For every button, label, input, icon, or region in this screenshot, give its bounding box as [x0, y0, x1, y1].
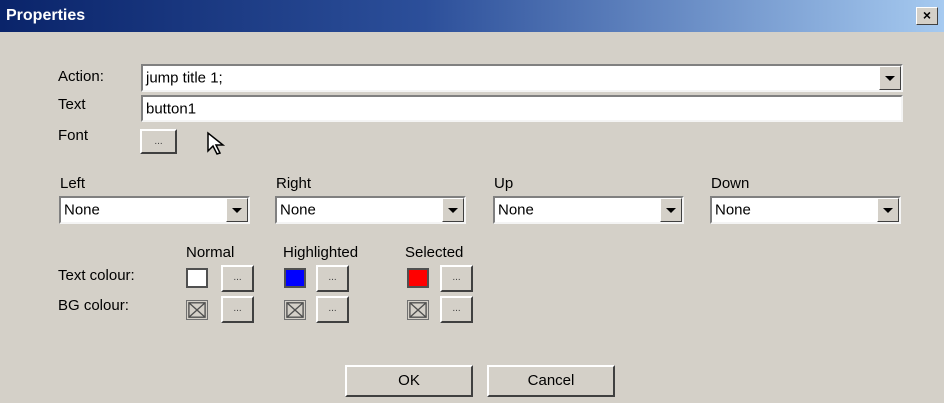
column-highlighted-label: Highlighted — [283, 244, 359, 261]
nav-up-label: Up — [494, 175, 514, 192]
cancel-button[interactable]: Cancel — [487, 365, 615, 397]
nav-right-label: Right — [276, 175, 312, 192]
nav-right-select[interactable]: None — [275, 196, 466, 224]
bg-colour-highlighted-none-icon[interactable] — [284, 300, 306, 320]
picker-ellipsis: ... — [233, 272, 242, 283]
title-bar[interactable]: Properties × — [0, 0, 944, 32]
action-dropdown-button[interactable] — [879, 66, 901, 90]
font-picker-button[interactable]: ... — [140, 129, 177, 154]
text-colour-label: Text colour: — [58, 267, 135, 284]
nav-right-dropdown-button[interactable] — [442, 198, 464, 222]
nav-down-label: Down — [711, 175, 750, 192]
nav-left-dropdown-button[interactable] — [226, 198, 248, 222]
properties-dialog: Properties × Action: jump title 1; Text … — [0, 0, 944, 403]
text-colour-highlighted-swatch[interactable] — [284, 268, 306, 288]
nav-left-label: Left — [60, 175, 86, 192]
bg-colour-normal-none-icon[interactable] — [186, 300, 208, 320]
text-label: Text — [58, 96, 86, 113]
text-colour-selected-swatch[interactable] — [407, 268, 429, 288]
nav-right-value: None — [280, 201, 316, 219]
nav-up-value: None — [498, 201, 534, 219]
picker-ellipsis: ... — [328, 272, 337, 283]
mouse-cursor-icon — [207, 131, 226, 155]
picker-ellipsis: ... — [452, 303, 461, 314]
picker-ellipsis: ... — [452, 272, 461, 283]
ok-button[interactable]: OK — [345, 365, 473, 397]
picker-ellipsis: ... — [328, 303, 337, 314]
nav-left-select[interactable]: None — [59, 196, 250, 224]
nav-left-value: None — [64, 201, 100, 219]
text-value: button1 — [146, 100, 197, 117]
picker-ellipsis: ... — [233, 303, 242, 314]
action-combobox[interactable]: jump title 1; — [141, 64, 903, 92]
nav-down-value: None — [715, 201, 751, 219]
text-colour-selected-picker-button[interactable]: ... — [440, 265, 473, 292]
action-value: jump title 1; — [146, 69, 223, 87]
nav-up-dropdown-button[interactable] — [660, 198, 682, 222]
font-label: Font — [58, 127, 89, 144]
font-picker-ellipsis: ... — [154, 136, 163, 147]
nav-up-select[interactable]: None — [493, 196, 684, 224]
bg-colour-selected-picker-button[interactable]: ... — [440, 296, 473, 323]
action-label: Action: — [58, 68, 104, 85]
bg-colour-normal-picker-button[interactable]: ... — [221, 296, 254, 323]
window-title: Properties — [6, 7, 86, 24]
nav-down-select[interactable]: None — [710, 196, 901, 224]
column-normal-label: Normal — [186, 244, 235, 261]
text-colour-highlighted-picker-button[interactable]: ... — [316, 265, 349, 292]
nav-down-dropdown-button[interactable] — [877, 198, 899, 222]
text-colour-normal-picker-button[interactable]: ... — [221, 265, 254, 292]
bg-colour-label: BG colour: — [58, 297, 129, 314]
bg-colour-selected-none-icon[interactable] — [407, 300, 429, 320]
column-selected-label: Selected — [405, 244, 464, 261]
text-input[interactable]: button1 — [141, 95, 903, 122]
close-button[interactable]: × — [916, 7, 938, 25]
bg-colour-highlighted-picker-button[interactable]: ... — [316, 296, 349, 323]
text-colour-normal-swatch[interactable] — [186, 268, 208, 288]
